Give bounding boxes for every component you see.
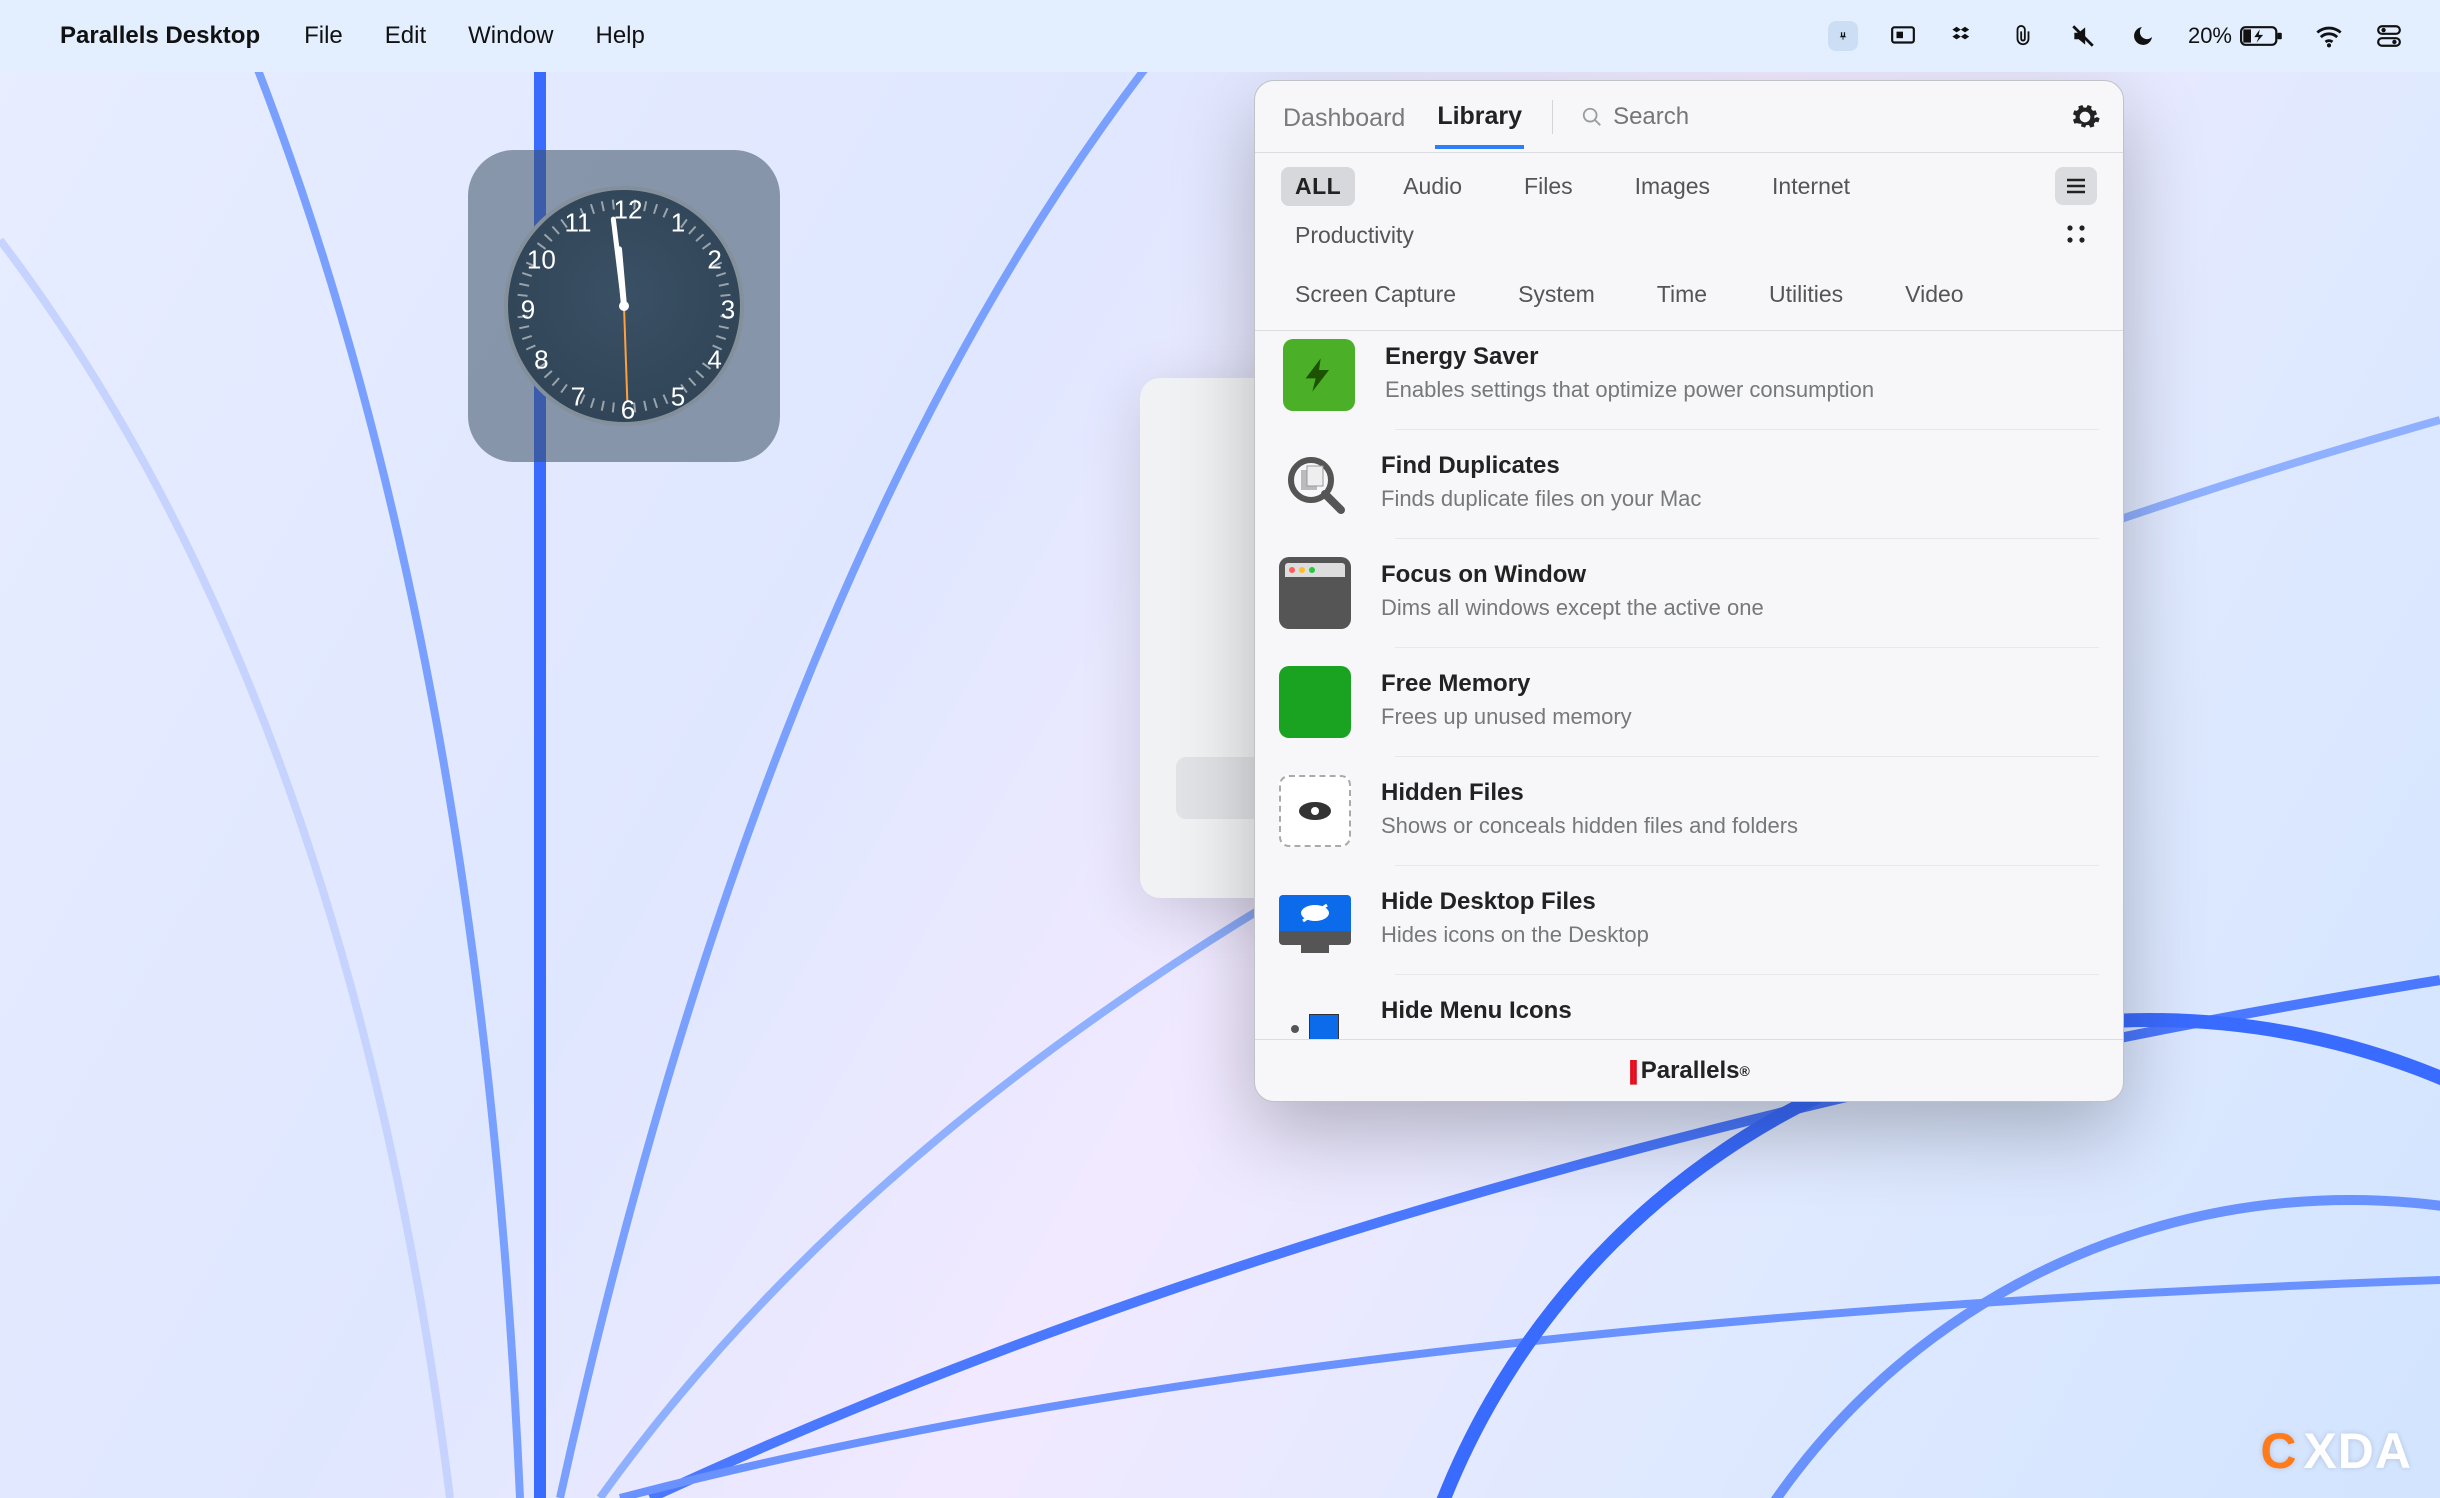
- tool-hide-desktop-files[interactable]: Hide Desktop Files Hides icons on the De…: [1395, 865, 2099, 974]
- filter-time[interactable]: Time: [1643, 275, 1721, 314]
- tool-hidden-files[interactable]: Hidden Files Shows or conceals hidden fi…: [1395, 756, 2099, 865]
- hidden-files-icon: [1279, 775, 1351, 847]
- app-name[interactable]: Parallels Desktop: [60, 22, 260, 50]
- filter-video[interactable]: Video: [1891, 275, 1977, 314]
- clock-number: 9: [521, 295, 535, 326]
- clock-number: 2: [707, 245, 721, 276]
- filter-files[interactable]: Files: [1510, 167, 1587, 206]
- focus-window-icon: [1279, 557, 1351, 629]
- tool-title: Hide Desktop Files: [1381, 888, 1649, 916]
- menu-edit[interactable]: Edit: [385, 22, 426, 50]
- tool-desc: Hides icons on the Desktop: [1381, 922, 1649, 948]
- tab-library[interactable]: Library: [1435, 84, 1524, 149]
- filter-productivity[interactable]: Productivity: [1281, 216, 1428, 255]
- wifi-menubar-icon[interactable]: [2314, 21, 2344, 51]
- search-icon: [1581, 106, 1603, 128]
- list-view-toggle[interactable]: [2055, 167, 2097, 205]
- clock-number: 11: [565, 208, 592, 239]
- footer-brand-label: Parallels: [1641, 1057, 1740, 1085]
- xda-watermark: CXDA: [2260, 1422, 2412, 1480]
- tool-title: Focus on Window: [1381, 561, 1764, 589]
- clock-face: 121234567891011: [504, 186, 744, 426]
- parallels-toolbox-menubar-icon[interactable]: [1828, 21, 1858, 51]
- tool-title: Hide Menu Icons: [1381, 997, 1572, 1025]
- tool-desc: Shows or conceals hidden files and folde…: [1381, 813, 1798, 839]
- tool-hide-menu-icons[interactable]: Hide Menu Icons: [1395, 974, 2099, 1039]
- clock-number: 3: [721, 295, 735, 326]
- toolbox-filter-bar: ALL Audio Files Images Internet Producti…: [1255, 153, 2123, 331]
- find-duplicates-icon: [1279, 448, 1351, 520]
- menu-window[interactable]: Window: [468, 22, 553, 50]
- tool-title: Find Duplicates: [1381, 452, 1701, 480]
- tab-dashboard[interactable]: Dashboard: [1281, 86, 1407, 147]
- search-field[interactable]: [1581, 103, 2041, 131]
- watermark-prefix: C: [2260, 1422, 2297, 1480]
- control-center-icon[interactable]: [2374, 21, 2404, 51]
- filter-internet[interactable]: Internet: [1758, 167, 1864, 206]
- tool-desc: Finds duplicate files on your Mac: [1381, 486, 1701, 512]
- tool-energy-saver[interactable]: Energy Saver Enables settings that optim…: [1255, 331, 2123, 429]
- watermark-text: XDA: [2303, 1422, 2412, 1480]
- filter-screen-capture[interactable]: Screen Capture: [1281, 275, 1470, 314]
- hide-desktop-icon: [1279, 884, 1351, 956]
- parallels-logo-icon: ||: [1628, 1055, 1635, 1086]
- settings-button[interactable]: [2069, 101, 2101, 133]
- tool-title: Energy Saver: [1385, 343, 1874, 371]
- energy-saver-icon: [1283, 339, 1355, 411]
- clock-widget[interactable]: 121234567891011: [468, 150, 780, 462]
- toolbox-list[interactable]: Energy Saver Enables settings that optim…: [1255, 331, 2123, 1039]
- hide-menu-icons-icon: [1279, 993, 1351, 1039]
- tool-title: Hidden Files: [1381, 779, 1798, 807]
- menu-help[interactable]: Help: [596, 22, 645, 50]
- parallels-toolbox-window: Dashboard Library ALL Audio Files Images…: [1254, 80, 2124, 1102]
- filter-images[interactable]: Images: [1621, 167, 1724, 206]
- tool-free-memory[interactable]: Free Memory Frees up unused memory: [1395, 647, 2099, 756]
- mute-menubar-icon[interactable]: [2068, 21, 2098, 51]
- tool-desc: Enables settings that optimize power con…: [1385, 377, 1874, 403]
- menu-file[interactable]: File: [304, 22, 343, 50]
- display-menubar-icon[interactable]: [1888, 21, 1918, 51]
- filter-audio[interactable]: Audio: [1389, 167, 1476, 206]
- filter-system[interactable]: System: [1504, 275, 1609, 314]
- attachment-menubar-icon[interactable]: [2008, 21, 2038, 51]
- macos-menubar: Parallels Desktop File Edit Window Help …: [0, 0, 2440, 72]
- divider: [1552, 100, 1553, 134]
- clock-number: 8: [534, 345, 548, 376]
- tool-focus-on-window[interactable]: Focus on Window Dims all windows except …: [1395, 538, 2099, 647]
- tool-title: Free Memory: [1381, 670, 1632, 698]
- filter-utilities[interactable]: Utilities: [1755, 275, 1857, 314]
- battery-percent-label: 20%: [2188, 23, 2232, 49]
- search-input[interactable]: [1613, 103, 1813, 131]
- filter-all[interactable]: ALL: [1281, 167, 1355, 206]
- tool-desc: Dims all windows except the active one: [1381, 595, 1764, 621]
- battery-status[interactable]: 20%: [2188, 23, 2284, 49]
- free-memory-icon: [1279, 666, 1351, 738]
- do-not-disturb-icon[interactable]: [2128, 21, 2158, 51]
- clock-number: 10: [527, 245, 556, 276]
- tool-desc: Frees up unused memory: [1381, 704, 1632, 730]
- tool-find-duplicates[interactable]: Find Duplicates Finds duplicate files on…: [1395, 429, 2099, 538]
- dropbox-menubar-icon[interactable]: [1948, 21, 1978, 51]
- grid-view-toggle[interactable]: [2055, 215, 2097, 253]
- clock-number: 12: [614, 195, 643, 226]
- toolbox-header: Dashboard Library: [1255, 81, 2123, 153]
- toolbox-footer: || Parallels®: [1255, 1039, 2123, 1101]
